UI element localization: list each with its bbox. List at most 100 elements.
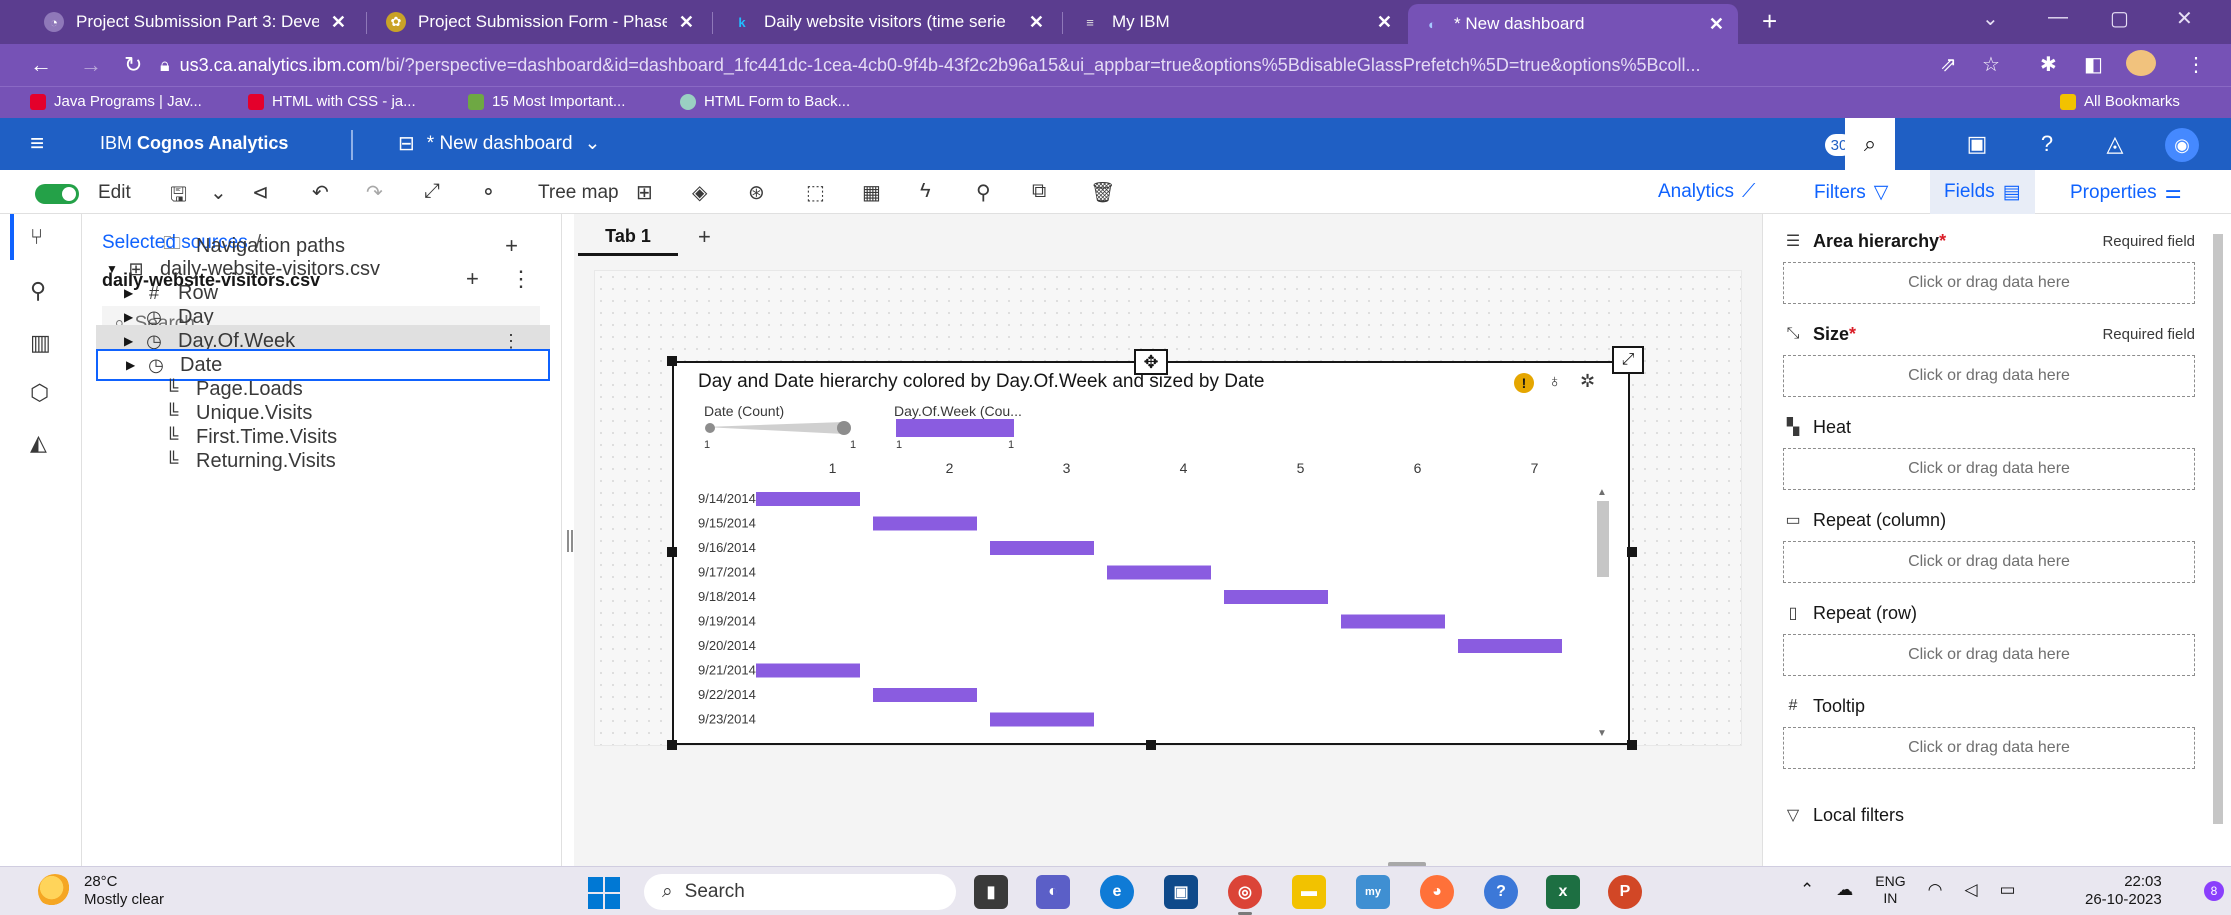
edit-mode-toggle[interactable] (35, 184, 79, 204)
help-icon[interactable]: ? (2022, 118, 2072, 170)
firefox-icon[interactable]: ◕ (1420, 875, 1454, 909)
hamburger-menu-icon[interactable]: ≡ (30, 130, 44, 158)
drop-zone[interactable]: Click or drag data here (1783, 727, 2195, 769)
tree-item[interactable]: ╚ Returning.Visits (96, 445, 550, 477)
tab-search-chevron-icon[interactable]: ⌄ (1982, 6, 1999, 31)
site-info-icon[interactable]: 🔒︎ (160, 55, 170, 76)
drill-icon[interactable]: ϟ (920, 180, 931, 203)
resize-handle[interactable] (667, 740, 677, 750)
delete-icon[interactable]: 🗑︎ (1090, 180, 1115, 205)
treemap-cell[interactable] (873, 516, 977, 531)
chat-icon[interactable]: ▣ (1952, 118, 2002, 170)
input-language[interactable]: ENG IN (1875, 873, 1905, 907)
pivot-icon[interactable]: ⊛ (748, 180, 765, 205)
treemap-cell[interactable] (756, 492, 860, 506)
resize-handle[interactable] (1627, 740, 1637, 750)
side-panel-icon[interactable]: ◧ (2084, 52, 2103, 77)
drop-zone[interactable]: Click or drag data here (1783, 262, 2195, 304)
scroll-down-icon[interactable]: ▼ (1597, 728, 1607, 739)
windows-start-icon[interactable] (588, 877, 620, 909)
reload-icon[interactable]: ↻ (124, 52, 142, 78)
drop-zone[interactable]: Click or drag data here (1783, 448, 2195, 490)
resize-handle[interactable] (667, 547, 677, 557)
share-icon[interactable]: ⊲ (252, 180, 269, 205)
close-tab-icon[interactable]: ✕ (331, 12, 346, 33)
profile-avatar[interactable] (2126, 50, 2156, 76)
weather-widget[interactable]: 28°C Mostly clear (38, 873, 164, 909)
mysql-workbench-icon[interactable]: my (1356, 875, 1390, 909)
expand-arrow-icon[interactable]: ▶ (124, 334, 140, 348)
treemap-cell[interactable] (873, 688, 977, 702)
collapse-arrow-icon[interactable]: ▼ (106, 262, 122, 276)
browser-tab[interactable]: ≡ My IBM ✕ (1066, 6, 1406, 38)
scroll-thumb[interactable] (2213, 234, 2223, 824)
treemap-cell[interactable] (1224, 590, 1328, 604)
move-widget-icon[interactable]: ✥ (1134, 349, 1168, 375)
wifi-icon[interactable]: ◠ (1928, 880, 1943, 900)
treemap-icon[interactable]: ⊞ (636, 180, 653, 205)
maximize-window-icon[interactable]: ▢ (2110, 6, 2129, 31)
store-icon[interactable]: ▣ (1164, 875, 1198, 909)
taskbar-search[interactable]: ⌕ Search (644, 874, 956, 910)
treemap-cell[interactable] (1341, 614, 1445, 629)
filters-button[interactable]: Filters ▽ (1814, 181, 1888, 204)
close-tab-icon[interactable]: ✕ (1709, 14, 1724, 35)
drop-zone[interactable]: Click or drag data here (1783, 355, 2195, 397)
edge-browser-icon[interactable]: e (1100, 875, 1134, 909)
notifications-bell-icon[interactable]: ◬ (2090, 118, 2140, 170)
extensions-pin-icon[interactable]: ✱ (2040, 52, 2057, 77)
excel-icon[interactable]: x (1546, 875, 1580, 909)
widget-style-icon[interactable]: ◈ (692, 180, 707, 205)
panel-resize-handle[interactable] (567, 530, 573, 552)
browser-tab[interactable]: ◔ Project Submission Part 3: Devel ✕ (30, 6, 360, 38)
forward-arrow-icon[interactable]: → (80, 52, 102, 78)
dashboard-switcher[interactable]: ⊟ * New dashboard ⌄ (398, 131, 600, 156)
select-icon[interactable]: ⬚ (806, 180, 825, 205)
task-view-icon[interactable]: ▮ (974, 875, 1008, 909)
browser-menu-icon[interactable]: ⋮ (2186, 52, 2206, 77)
close-window-icon[interactable]: ✕ (2176, 6, 2193, 31)
expand-arrow-icon[interactable]: ▶ (126, 358, 142, 372)
close-tab-icon[interactable]: ✕ (679, 12, 694, 33)
onedrive-cloud-icon[interactable]: ☁ (1836, 880, 1853, 900)
resize-handle[interactable] (1627, 547, 1637, 557)
python-icon[interactable]: ? (1484, 875, 1518, 909)
scroll-up-icon[interactable]: ▲ (1597, 487, 1607, 498)
user-avatar-icon[interactable]: ◉ (2165, 128, 2199, 162)
data-sources-icon[interactable]: ⑂ (30, 224, 43, 250)
all-bookmarks-button[interactable]: All Bookmarks (2060, 93, 2180, 110)
teams-chat-icon[interactable]: ◐ (1036, 875, 1070, 909)
fields-button[interactable]: Fields ▤ (1930, 170, 2035, 214)
close-tab-icon[interactable]: ✕ (1029, 12, 1044, 33)
search-icon[interactable]: ⌕ (1845, 118, 1895, 170)
add-tab-button[interactable]: + (698, 224, 711, 250)
resize-handle[interactable] (667, 356, 677, 366)
bookmark-item[interactable]: Java Programs | Jav... (30, 93, 202, 110)
browser-tab-active[interactable]: ◐ * New dashboard ✕ (1408, 4, 1738, 44)
system-clock[interactable]: 22:03 26-10-2023 (2085, 873, 2162, 909)
treemap-cell[interactable] (1458, 639, 1562, 653)
expand-arrow-icon[interactable]: ▶ (124, 286, 140, 300)
bookmark-item[interactable]: HTML with CSS - ja... (248, 93, 416, 110)
chevron-down-icon[interactable]: ⌄ (210, 180, 227, 205)
widgets-icon[interactable]: ⬡ (30, 380, 49, 406)
assistant-icon[interactable]: ◭ (30, 430, 47, 456)
pin-icon[interactable]: ⚲ (30, 278, 46, 304)
local-filters-section[interactable]: ▽ Local filters (1783, 802, 2195, 828)
resize-handle[interactable] (1146, 740, 1156, 750)
tab-1[interactable]: Tab 1 (578, 220, 678, 256)
treemap-cell[interactable] (990, 541, 1094, 555)
chrome-browser-icon[interactable]: ◎ (1228, 875, 1262, 915)
treemap-cell[interactable] (990, 712, 1094, 727)
drop-zone[interactable]: Click or drag data here (1783, 541, 2195, 583)
chart-vertical-scrollbar[interactable]: ▲ ▼ (1594, 487, 1612, 739)
url-field[interactable]: 🔒︎ us3.ca.analytics.ibm.com/bi/?perspect… (160, 50, 1940, 80)
new-tab-button[interactable]: + (1762, 6, 1777, 37)
properties-button[interactable]: Properties ⚌ (2070, 181, 2182, 204)
powerpoint-icon[interactable]: P (1608, 875, 1642, 909)
back-arrow-icon[interactable]: ← (30, 52, 52, 78)
treemap-cell[interactable] (1107, 565, 1211, 580)
expand-arrow-icon[interactable]: ▶ (124, 310, 140, 324)
close-tab-icon[interactable]: ✕ (1377, 12, 1392, 33)
show-hidden-icons-chevron-icon[interactable]: ⌃ (1800, 880, 1814, 900)
